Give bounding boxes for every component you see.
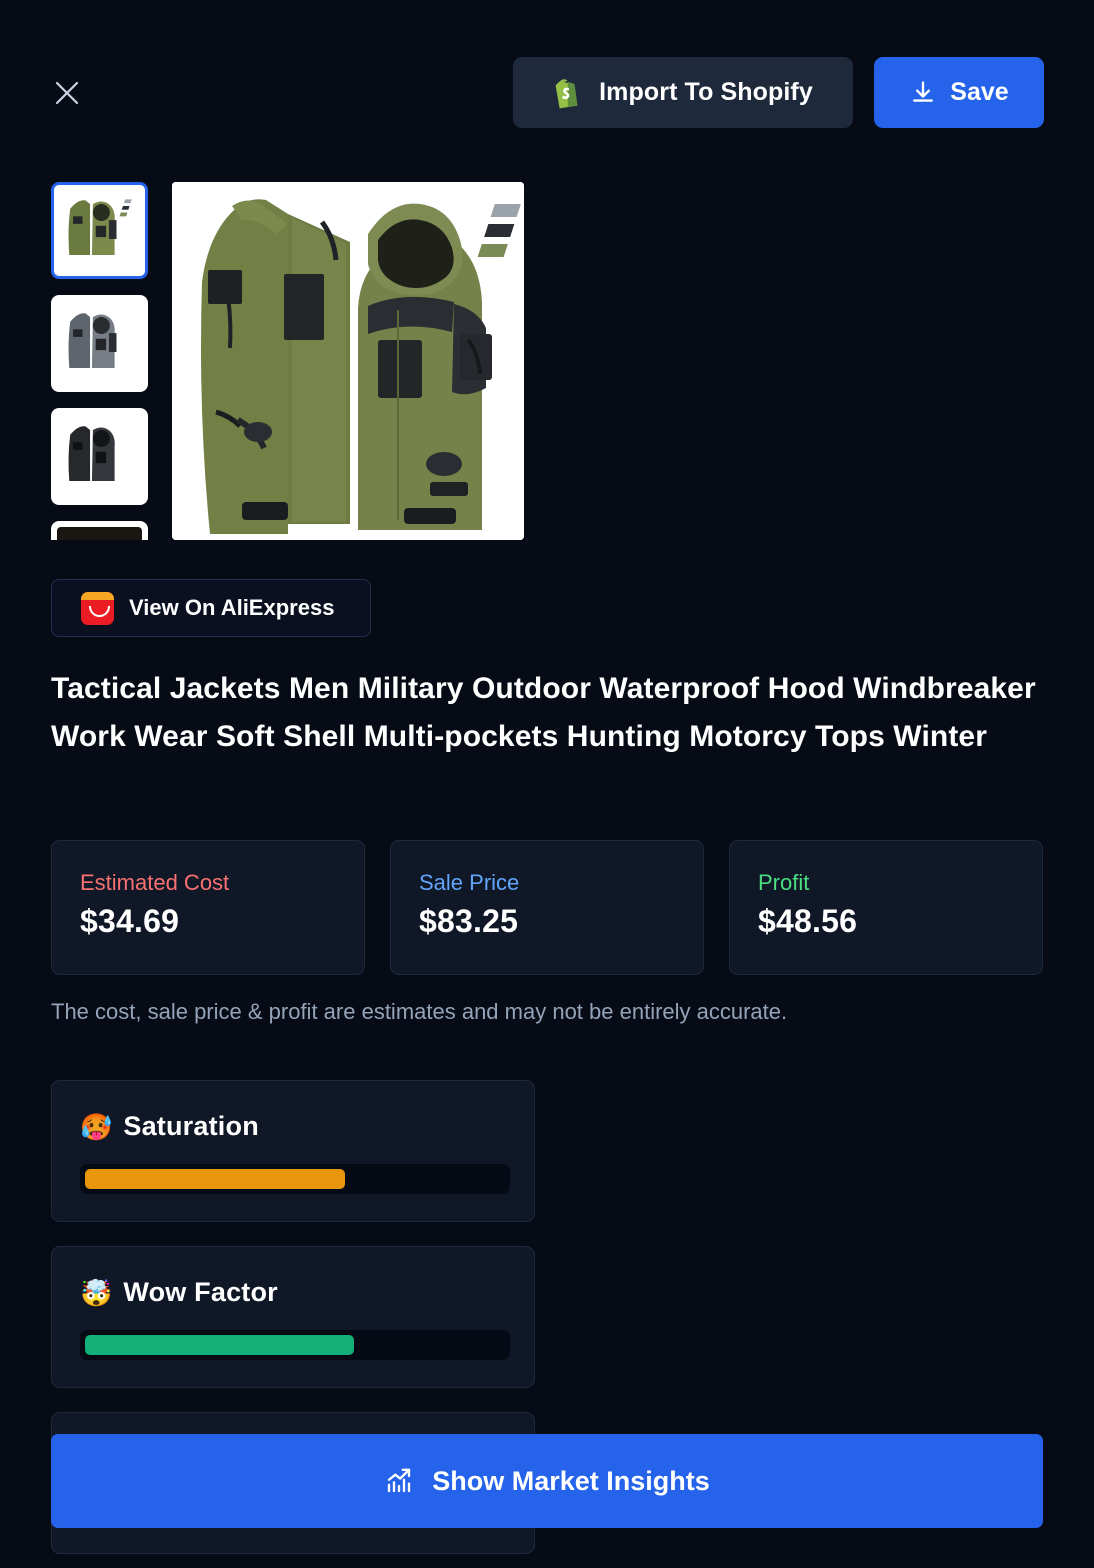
thumbnail-image xyxy=(57,301,142,386)
product-gallery xyxy=(51,182,1043,540)
chart-line-up-icon xyxy=(388,1468,411,1493)
price-label: Sale Price xyxy=(419,870,520,895)
thumbnail-item[interactable] xyxy=(51,295,148,392)
price-disclaimer: The cost, sale price & profit are estima… xyxy=(51,999,788,1024)
aliexpress-icon xyxy=(81,591,114,625)
save-label: Save xyxy=(950,78,1009,106)
product-photo xyxy=(172,182,524,540)
view-on-aliexpress-button[interactable]: View On AliExpress xyxy=(51,579,371,637)
metric-bar-fill xyxy=(85,1169,346,1189)
close-icon xyxy=(55,81,79,105)
import-to-shopify-label: Import To Shopify xyxy=(599,78,813,106)
metric-header: 🥵 Saturation xyxy=(80,1111,506,1142)
price-value: $83.25 xyxy=(419,903,519,939)
price-card-sale-price: Sale Price $83.25 xyxy=(390,840,704,975)
price-summary: Estimated Cost $34.69 Sale Price $83.25 … xyxy=(51,840,1043,975)
show-market-insights-label: Show Market Insights xyxy=(432,1465,710,1496)
view-on-aliexpress-label: View On AliExpress xyxy=(129,595,335,620)
thumbnail-item[interactable] xyxy=(51,182,148,279)
metric-header: 🤯 Wow Factor xyxy=(80,1277,506,1308)
header-bar: Import To Shopify Save xyxy=(0,0,1094,160)
product-title: Tactical Jackets Men Military Outdoor Wa… xyxy=(51,672,1036,753)
show-market-insights-button[interactable]: Show Market Insights xyxy=(51,1434,1043,1528)
metric-card-saturation: 🥵 Saturation xyxy=(51,1080,535,1222)
price-value: $34.69 xyxy=(80,903,180,939)
product-detail-panel: Import To Shopify Save View On AliExpres… xyxy=(0,0,1094,1568)
save-button[interactable]: Save xyxy=(874,57,1044,128)
thumbnail-image xyxy=(57,414,142,499)
metric-label: Saturation xyxy=(123,1111,259,1141)
thumbnail-item[interactable] xyxy=(51,408,148,505)
price-card-estimated-cost: Estimated Cost $34.69 xyxy=(51,840,365,975)
thumbnail-image xyxy=(57,188,142,273)
shopify-icon xyxy=(553,77,583,109)
metric-label: Wow Factor xyxy=(123,1277,278,1307)
download-icon xyxy=(913,80,934,102)
metric-bar-fill xyxy=(85,1335,354,1355)
thumbnail-image xyxy=(57,527,142,540)
price-label: Profit xyxy=(758,870,810,895)
close-button[interactable] xyxy=(48,74,86,112)
thumbnail-strip[interactable] xyxy=(51,182,149,540)
exploding-head-icon: 🤯 xyxy=(80,1277,113,1308)
metric-bar-track xyxy=(80,1330,510,1360)
hot-face-icon: 🥵 xyxy=(80,1111,113,1142)
price-card-profit: Profit $48.56 xyxy=(729,840,1043,975)
price-value: $48.56 xyxy=(758,903,858,939)
thumbnail-item[interactable] xyxy=(51,521,148,540)
main-product-image[interactable] xyxy=(172,182,524,540)
metric-bar-track xyxy=(80,1164,510,1194)
price-label: Estimated Cost xyxy=(80,870,230,895)
metric-card-wow-factor: 🤯 Wow Factor xyxy=(51,1246,535,1388)
import-to-shopify-button[interactable]: Import To Shopify xyxy=(513,57,853,128)
